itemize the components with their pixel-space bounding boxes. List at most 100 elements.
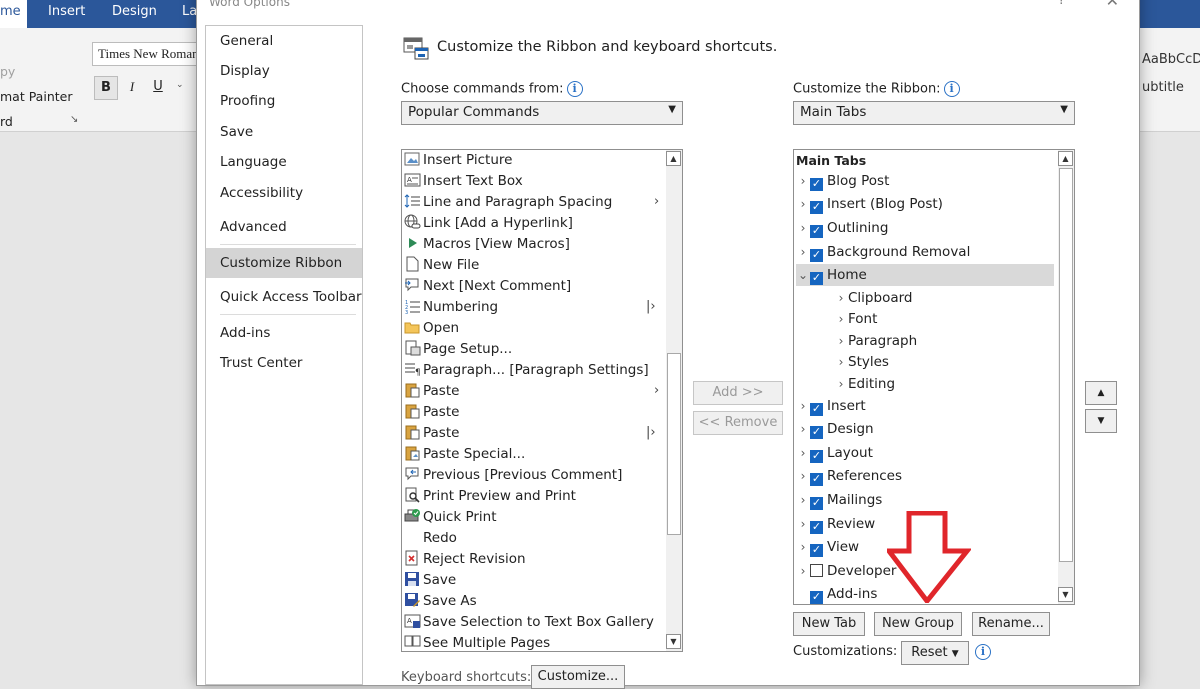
chevron-right-icon[interactable]: › bbox=[796, 217, 810, 239]
scroll-up-icon[interactable]: ▲ bbox=[666, 151, 681, 166]
tree-item-home[interactable]: ⌄ ✓ Home bbox=[796, 264, 1054, 286]
tree-item-view[interactable]: › ✓ View bbox=[796, 536, 859, 558]
info-icon[interactable]: i bbox=[975, 644, 991, 660]
scroll-thumb[interactable] bbox=[667, 353, 681, 535]
tree-item-developer[interactable]: › Developer bbox=[796, 560, 897, 582]
nav-advanced[interactable]: Advanced bbox=[206, 212, 362, 242]
nav-customize-ribbon[interactable]: Customize Ribbon bbox=[206, 248, 362, 278]
checkbox[interactable]: ✓ bbox=[810, 403, 823, 416]
tree-item-outlining[interactable]: › ✓ Outlining bbox=[796, 217, 888, 239]
chevron-down-icon[interactable]: ⌄ bbox=[176, 80, 184, 90]
chevron-right-icon[interactable]: › bbox=[796, 241, 810, 263]
list-item[interactable]: Paste bbox=[404, 402, 459, 423]
font-name-box[interactable]: Times New Roman bbox=[92, 42, 202, 66]
nav-language[interactable]: Language bbox=[206, 147, 362, 177]
list-item[interactable]: Save bbox=[404, 570, 456, 591]
nav-add-ins[interactable]: Add-ins bbox=[206, 318, 362, 348]
nav-display[interactable]: Display bbox=[206, 56, 362, 86]
nav-trust-center[interactable]: Trust Center bbox=[206, 348, 362, 378]
tab-insert[interactable]: Insert bbox=[48, 4, 85, 19]
chevron-right-icon[interactable]: › bbox=[834, 308, 848, 330]
list-item[interactable]: ¶ Paragraph... [Paragraph Settings] bbox=[404, 360, 649, 381]
tree-item-insert[interactable]: › ✓ Insert bbox=[796, 395, 866, 417]
add-button[interactable]: Add >> bbox=[693, 381, 783, 405]
tree-item-references[interactable]: › ✓ References bbox=[796, 465, 902, 487]
underline-button[interactable]: U bbox=[146, 76, 170, 100]
list-item[interactable]: Save As bbox=[404, 591, 477, 612]
checkbox[interactable]: ✓ bbox=[810, 178, 823, 191]
help-icon[interactable]: ? bbox=[1058, 0, 1065, 8]
new-group-button[interactable]: New Group bbox=[874, 612, 962, 636]
format-painter-button[interactable]: mat Painter bbox=[0, 89, 72, 104]
scroll-down-icon[interactable]: ▼ bbox=[1058, 587, 1073, 602]
checkbox[interactable]: ✓ bbox=[810, 544, 823, 557]
chevron-down-icon[interactable]: ⌄ bbox=[796, 264, 810, 286]
reset-button[interactable]: Reset ▼ bbox=[901, 641, 969, 665]
tree-item-insert-blog-post[interactable]: › ✓ Insert (Blog Post) bbox=[796, 193, 943, 215]
chevron-right-icon[interactable]: › bbox=[796, 489, 810, 511]
move-down-button[interactable]: ▼ bbox=[1085, 409, 1117, 433]
list-item[interactable]: Paste Special... bbox=[404, 444, 525, 465]
list-item[interactable]: 1 2 3 Numbering bbox=[404, 297, 498, 318]
checkbox[interactable]: ✓ bbox=[810, 521, 823, 534]
info-icon[interactable]: i bbox=[566, 81, 583, 97]
new-tab-button[interactable]: New Tab bbox=[793, 612, 865, 636]
nav-quick-access-toolbar[interactable]: Quick Access Toolbar bbox=[206, 282, 362, 312]
chevron-right-icon[interactable]: › bbox=[834, 330, 848, 352]
tree-item-paragraph[interactable]: › Paragraph bbox=[834, 330, 918, 352]
chevron-right-icon[interactable]: › bbox=[796, 536, 810, 558]
chevron-right-icon[interactable]: › bbox=[796, 193, 810, 215]
tab-layout[interactable]: La bbox=[182, 4, 197, 19]
list-item[interactable]: Reject Revision bbox=[404, 549, 526, 570]
copy-button[interactable]: py bbox=[0, 64, 15, 79]
list-item[interactable]: Paste bbox=[404, 423, 459, 444]
scroll-down-icon[interactable]: ▼ bbox=[666, 634, 681, 649]
style-preview-text[interactable]: AaBbCcD bbox=[1142, 52, 1200, 67]
tree-item-mailings[interactable]: › ✓ Mailings bbox=[796, 489, 882, 511]
chevron-right-icon[interactable]: › bbox=[796, 513, 810, 535]
list-item[interactable]: Quick Print bbox=[404, 507, 497, 528]
chevron-right-icon[interactable]: › bbox=[796, 395, 810, 417]
chevron-right-icon[interactable]: › bbox=[834, 351, 848, 373]
chevron-right-icon[interactable]: › bbox=[796, 170, 810, 192]
tree-item-review[interactable]: › ✓ Review bbox=[796, 513, 875, 535]
tree-item-add-ins[interactable]: ✓ Add-ins bbox=[796, 583, 877, 604]
commands-scrollbar[interactable]: ▲ ▼ bbox=[666, 150, 682, 651]
checkbox[interactable]: ✓ bbox=[810, 249, 823, 262]
dialog-launcher-icon[interactable]: ↘ bbox=[70, 114, 78, 125]
tree-item-font[interactable]: › Font bbox=[834, 308, 878, 330]
checkbox[interactable]: ✓ bbox=[810, 497, 823, 510]
style-name-subtitle[interactable]: ubtitle bbox=[1142, 80, 1184, 95]
checkbox[interactable]: ✓ bbox=[810, 426, 823, 439]
bold-button[interactable]: B bbox=[94, 76, 118, 100]
tree-item-editing[interactable]: › Editing bbox=[834, 373, 895, 395]
checkbox[interactable]: ✓ bbox=[810, 201, 823, 214]
list-item[interactable]: Insert Picture bbox=[404, 150, 512, 171]
tab-home[interactable]: me bbox=[0, 0, 27, 28]
customize-keyboard-button[interactable]: Customize... bbox=[531, 665, 625, 689]
list-item[interactable]: Page Setup... bbox=[404, 339, 512, 360]
italic-button[interactable]: I bbox=[120, 76, 144, 100]
checkbox[interactable]: ✓ bbox=[810, 473, 823, 486]
checkbox[interactable]: ✓ bbox=[810, 272, 823, 285]
list-item[interactable]: Link [Add a Hyperlink] bbox=[404, 213, 573, 234]
nav-save[interactable]: Save bbox=[206, 117, 362, 147]
chevron-right-icon[interactable]: › bbox=[796, 560, 810, 582]
checkbox[interactable]: ✓ bbox=[810, 450, 823, 463]
list-item[interactable]: New File bbox=[404, 255, 479, 276]
chevron-right-icon[interactable]: › bbox=[834, 287, 848, 309]
tree-scrollbar[interactable]: ▲ ▼ bbox=[1058, 150, 1074, 604]
list-item[interactable]: Redo bbox=[404, 528, 457, 549]
chevron-right-icon[interactable]: › bbox=[796, 418, 810, 440]
list-item[interactable]: Paste bbox=[404, 381, 459, 402]
scroll-thumb[interactable] bbox=[1059, 168, 1073, 562]
tree-item-blog-post[interactable]: › ✓ Blog Post bbox=[796, 170, 889, 192]
chevron-right-icon[interactable]: › bbox=[796, 465, 810, 487]
list-item[interactable]: Previous [Previous Comment] bbox=[404, 465, 622, 486]
checkbox[interactable] bbox=[810, 564, 823, 577]
chevron-right-icon[interactable]: › bbox=[796, 442, 810, 464]
list-item[interactable]: See Multiple Pages bbox=[404, 633, 550, 651]
list-item[interactable]: Line and Paragraph Spacing bbox=[404, 192, 612, 213]
tree-item-design[interactable]: › ✓ Design bbox=[796, 418, 874, 440]
list-item[interactable]: A Save Selection to Text Box Gallery bbox=[404, 612, 654, 633]
